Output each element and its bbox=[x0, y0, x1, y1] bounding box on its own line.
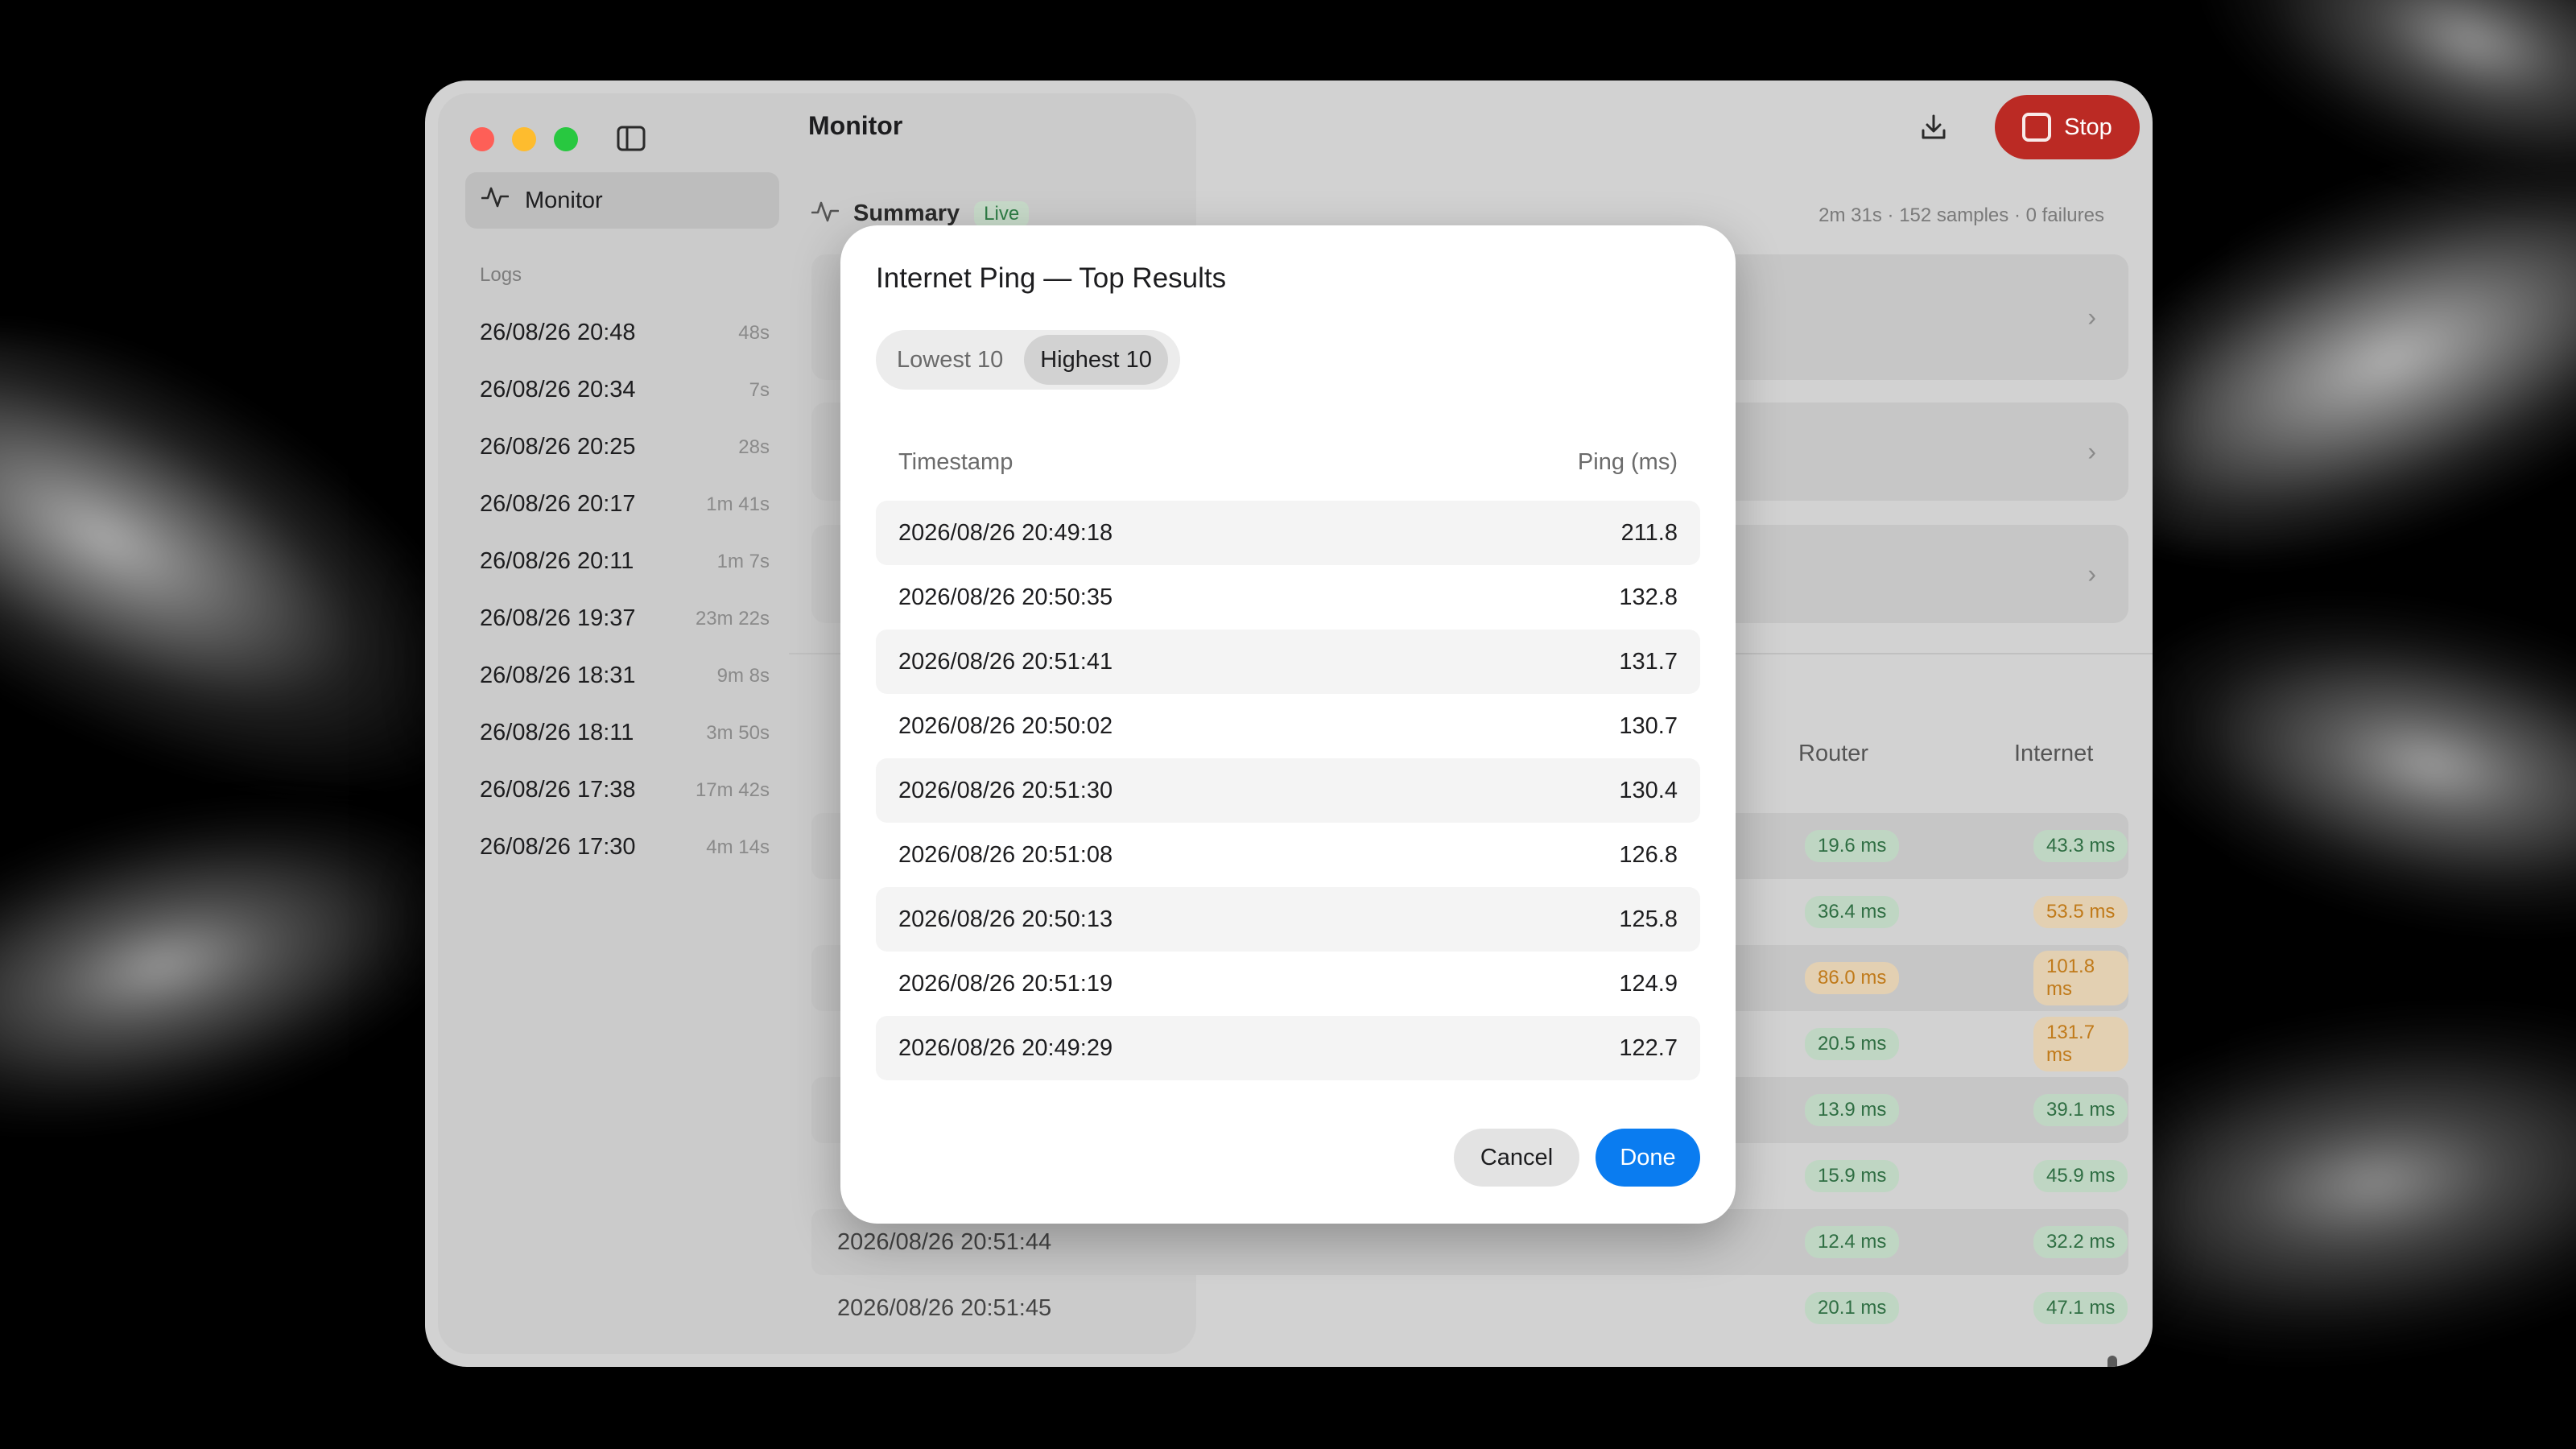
download-icon bbox=[1919, 113, 1948, 146]
chevron-right-icon: › bbox=[2087, 436, 2096, 466]
chevron-right-icon: › bbox=[2087, 559, 2096, 588]
table-scrollbar[interactable] bbox=[2107, 1356, 2117, 1367]
result-row: 2026/08/26 20:50:13 125.8 bbox=[876, 887, 1700, 952]
page-title: Monitor bbox=[808, 111, 903, 140]
results-list: 2026/08/26 20:49:18 211.8 2026/08/26 20:5… bbox=[876, 501, 1700, 1080]
cancel-button[interactable]: Cancel bbox=[1454, 1129, 1579, 1187]
column-header-internet: Internet bbox=[2014, 741, 2094, 766]
chevron-right-icon: › bbox=[2087, 302, 2096, 332]
tab-highest-10[interactable]: Highest 10 bbox=[1024, 335, 1168, 385]
stop-button[interactable]: Stop bbox=[1995, 95, 2140, 159]
table-row: 2026/08/26 20:51:45 20.1 ms 47.1 ms bbox=[811, 1275, 2128, 1341]
result-row: 2026/08/26 20:51:30 130.4 bbox=[876, 758, 1700, 823]
summary-meta: 2m 31s · 152 samples · 0 failures bbox=[1818, 204, 2104, 226]
column-header-ping: Ping (ms) bbox=[1577, 449, 1678, 475]
column-header-router: Router bbox=[1798, 741, 1869, 766]
activity-icon bbox=[811, 200, 840, 228]
download-button[interactable] bbox=[1913, 108, 1955, 150]
result-row: 2026/08/26 20:50:35 132.8 bbox=[898, 584, 1678, 610]
stop-icon bbox=[2022, 113, 2052, 142]
column-header-timestamp: Timestamp bbox=[898, 449, 1013, 475]
result-row: 2026/08/26 20:51:19 124.9 bbox=[898, 970, 1678, 997]
done-button[interactable]: Done bbox=[1596, 1129, 1700, 1187]
tab-lowest-10[interactable]: Lowest 10 bbox=[881, 335, 1019, 385]
result-row: 2026/08/26 20:51:41 131.7 bbox=[876, 630, 1700, 694]
results-segmented-control: Lowest 10 Highest 10 bbox=[876, 330, 1180, 390]
dialog-footer: Cancel Done bbox=[1454, 1129, 1700, 1187]
dialog-title: Internet Ping — Top Results bbox=[876, 262, 1227, 294]
summary-header: Summary Live bbox=[811, 200, 1030, 228]
summary-label: Summary bbox=[853, 200, 960, 226]
top-results-dialog: Internet Ping — Top Results Lowest 10 Hi… bbox=[840, 225, 1736, 1224]
result-row: 2026/08/26 20:50:02 130.7 bbox=[898, 712, 1678, 739]
result-row: 2026/08/26 20:49:29 122.7 bbox=[876, 1016, 1700, 1080]
live-badge: Live bbox=[974, 200, 1030, 227]
result-row: 2026/08/26 20:49:18 211.8 bbox=[876, 501, 1700, 565]
result-row: 2026/08/26 20:51:08 126.8 bbox=[898, 841, 1678, 868]
